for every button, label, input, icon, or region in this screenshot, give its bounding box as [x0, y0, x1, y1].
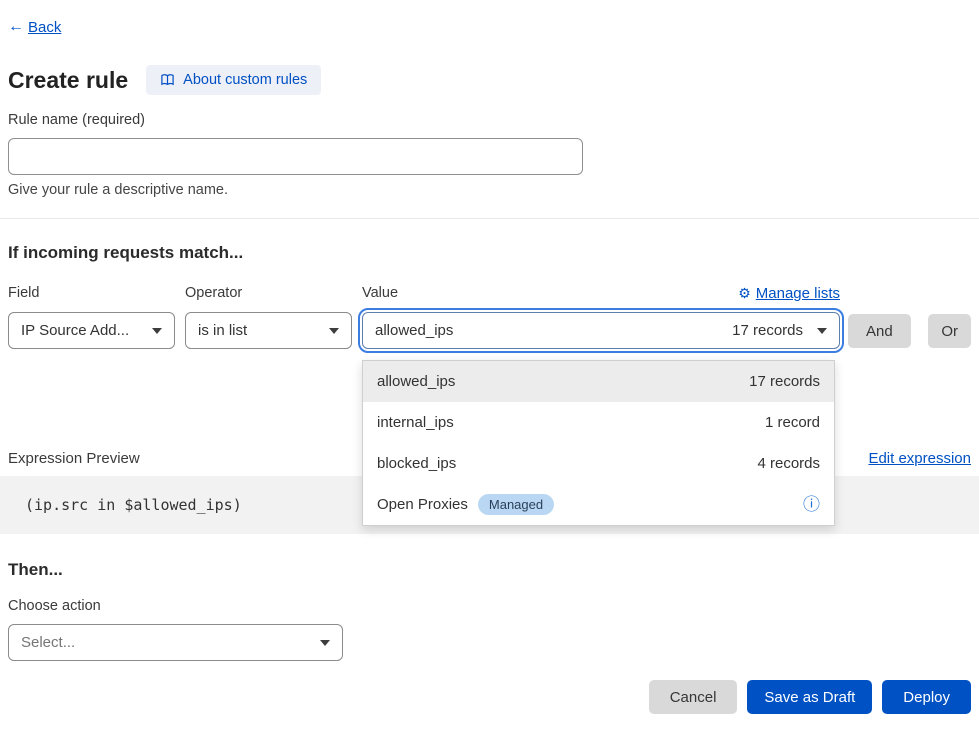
- value-select-value: allowed_ips: [375, 322, 453, 339]
- edit-expression-link[interactable]: Edit expression: [868, 450, 971, 467]
- field-label: Field: [8, 285, 175, 303]
- match-condition-row: Field IP Source Add... Operator is in li…: [8, 285, 971, 349]
- option-name: Open Proxies: [377, 496, 468, 513]
- create-rule-page: ← Back Create rule About custom rules Ru…: [0, 0, 979, 739]
- value-select-meta: 17 records: [732, 322, 803, 339]
- field-select[interactable]: IP Source Add...: [8, 312, 175, 349]
- manage-lists-label: Manage lists: [756, 285, 840, 302]
- manage-lists-link[interactable]: ⚙ Manage lists: [738, 285, 840, 302]
- page-title: Create rule: [8, 67, 128, 94]
- save-as-draft-button[interactable]: Save as Draft: [747, 680, 872, 714]
- action-select[interactable]: Select...: [8, 624, 343, 661]
- field-select-value: IP Source Add...: [21, 322, 129, 339]
- chevron-down-icon: [329, 328, 339, 334]
- and-button[interactable]: And: [848, 314, 911, 348]
- operator-select-value: is in list: [198, 322, 247, 339]
- match-section-heading: If incoming requests match...: [8, 243, 971, 265]
- or-button[interactable]: Or: [928, 314, 971, 348]
- about-custom-rules-link[interactable]: About custom rules: [146, 65, 321, 95]
- list-option-internal-ips[interactable]: internal_ips 1 record: [363, 402, 834, 443]
- chevron-down-icon: [817, 328, 827, 334]
- then-section-heading: Then...: [8, 560, 971, 582]
- title-row: Create rule About custom rules: [8, 64, 971, 96]
- chevron-down-icon: [152, 328, 162, 334]
- info-icon[interactable]: ⓘ: [803, 496, 820, 513]
- about-custom-rules-label: About custom rules: [183, 72, 307, 88]
- list-option-open-proxies[interactable]: Open Proxies Managed ⓘ: [363, 484, 834, 525]
- managed-badge: Managed: [478, 494, 554, 515]
- operator-label: Operator: [185, 285, 352, 303]
- back-link[interactable]: ← Back: [8, 18, 61, 36]
- option-meta: 17 records: [749, 373, 820, 390]
- value-select-wrap: allowed_ips 17 records allowed_ips 17 re…: [362, 312, 840, 349]
- deploy-button[interactable]: Deploy: [882, 680, 971, 714]
- value-column-header: Value ⚙ Manage lists: [362, 285, 840, 312]
- operator-select[interactable]: is in list: [185, 312, 352, 349]
- gear-icon: ⚙: [738, 285, 751, 302]
- value-select-meta-wrap: 17 records: [732, 322, 827, 339]
- list-option-blocked-ips[interactable]: blocked_ips 4 records: [363, 443, 834, 484]
- rule-name-group: Rule name (required) Give your rule a de…: [8, 112, 971, 200]
- option-name: blocked_ips: [377, 455, 456, 472]
- option-meta: 1 record: [765, 414, 820, 431]
- field-column: Field IP Source Add...: [8, 285, 175, 349]
- value-select[interactable]: allowed_ips 17 records: [362, 312, 840, 349]
- section-divider: [0, 218, 979, 219]
- chevron-down-icon: [320, 640, 330, 646]
- option-name: internal_ips: [377, 414, 454, 431]
- rule-name-input[interactable]: [8, 138, 583, 175]
- cancel-button[interactable]: Cancel: [649, 680, 738, 714]
- option-meta: 4 records: [757, 455, 820, 472]
- option-name: allowed_ips: [377, 373, 455, 390]
- book-icon: [160, 73, 175, 87]
- value-dropdown-menu: allowed_ips 17 records internal_ips 1 re…: [362, 360, 835, 526]
- operator-column: Operator is in list: [185, 285, 352, 349]
- expression-code-text: (ip.src in $allowed_ips): [25, 496, 242, 514]
- back-link-label: Back: [28, 19, 61, 36]
- value-label: Value: [362, 285, 398, 303]
- choose-action-label: Choose action: [8, 598, 971, 616]
- value-column: Value ⚙ Manage lists allowed_ips 17 reco…: [362, 285, 840, 349]
- action-select-placeholder: Select...: [21, 634, 75, 651]
- expression-preview-label: Expression Preview: [8, 450, 140, 467]
- footer-actions: Cancel Save as Draft Deploy: [8, 680, 971, 715]
- rule-name-helper-text: Give your rule a descriptive name.: [8, 182, 971, 200]
- list-option-allowed-ips[interactable]: allowed_ips 17 records: [363, 361, 834, 402]
- condition-connectors: And Or: [848, 285, 971, 349]
- rule-name-label: Rule name (required): [8, 112, 971, 130]
- back-arrow-icon: ←: [8, 18, 24, 36]
- option-name-wrap: Open Proxies Managed: [377, 494, 554, 515]
